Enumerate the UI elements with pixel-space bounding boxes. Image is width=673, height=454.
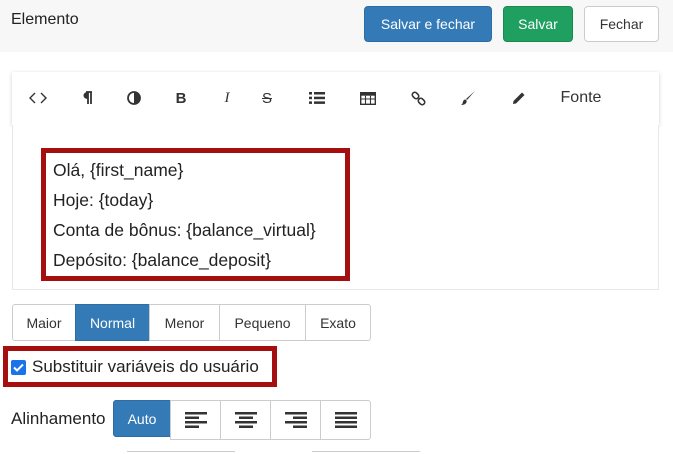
align-left-icon[interactable] <box>170 400 221 440</box>
paragraph-icon[interactable] <box>78 85 96 111</box>
align-right-icon[interactable] <box>270 400 321 440</box>
replace-variables-checkbox[interactable] <box>11 359 26 375</box>
list-icon[interactable] <box>307 85 327 111</box>
alignment-label: Alinhamento <box>11 409 106 428</box>
contrast-icon[interactable] <box>125 85 143 111</box>
table-icon[interactable] <box>358 85 378 111</box>
size-option-maior[interactable]: Maior <box>12 304 76 341</box>
size-button-group: Maior Normal Menor Pequeno Exato <box>12 304 371 341</box>
bold-icon[interactable]: B <box>173 85 189 111</box>
align-center-icon[interactable] <box>220 400 271 440</box>
highlight-frame-variables <box>41 148 350 281</box>
page-title: Elemento <box>11 11 79 28</box>
close-button[interactable]: Fechar <box>584 6 659 42</box>
size-option-normal[interactable]: Normal <box>75 304 150 341</box>
align-justify-icon[interactable] <box>320 400 371 440</box>
strikethrough-icon[interactable]: S <box>260 85 274 111</box>
replace-variables-option[interactable]: Substituir variáveis do usuário <box>11 357 259 377</box>
font-menu[interactable]: Fonte <box>560 85 602 111</box>
header-bar: Elemento Salvar e fechar Salvar Fechar <box>0 0 673 52</box>
size-option-pequeno[interactable]: Pequeno <box>219 304 306 341</box>
italic-icon[interactable]: I <box>220 85 234 111</box>
size-option-exato[interactable]: Exato <box>305 304 371 341</box>
editor-toolbar: B I S Fonte <box>12 72 659 125</box>
link-icon[interactable] <box>408 85 428 111</box>
save-button[interactable]: Salvar <box>503 6 573 42</box>
size-option-menor[interactable]: Menor <box>149 304 220 341</box>
align-auto-button[interactable]: Auto <box>113 400 171 437</box>
save-and-close-button[interactable]: Salvar e fechar <box>364 6 492 42</box>
brush-icon[interactable] <box>458 85 478 111</box>
pencil-icon[interactable] <box>508 85 528 111</box>
alignment-button-group: Auto <box>113 400 371 440</box>
replace-variables-label: Substituir variáveis do usuário <box>32 357 259 376</box>
code-icon[interactable] <box>28 85 48 111</box>
